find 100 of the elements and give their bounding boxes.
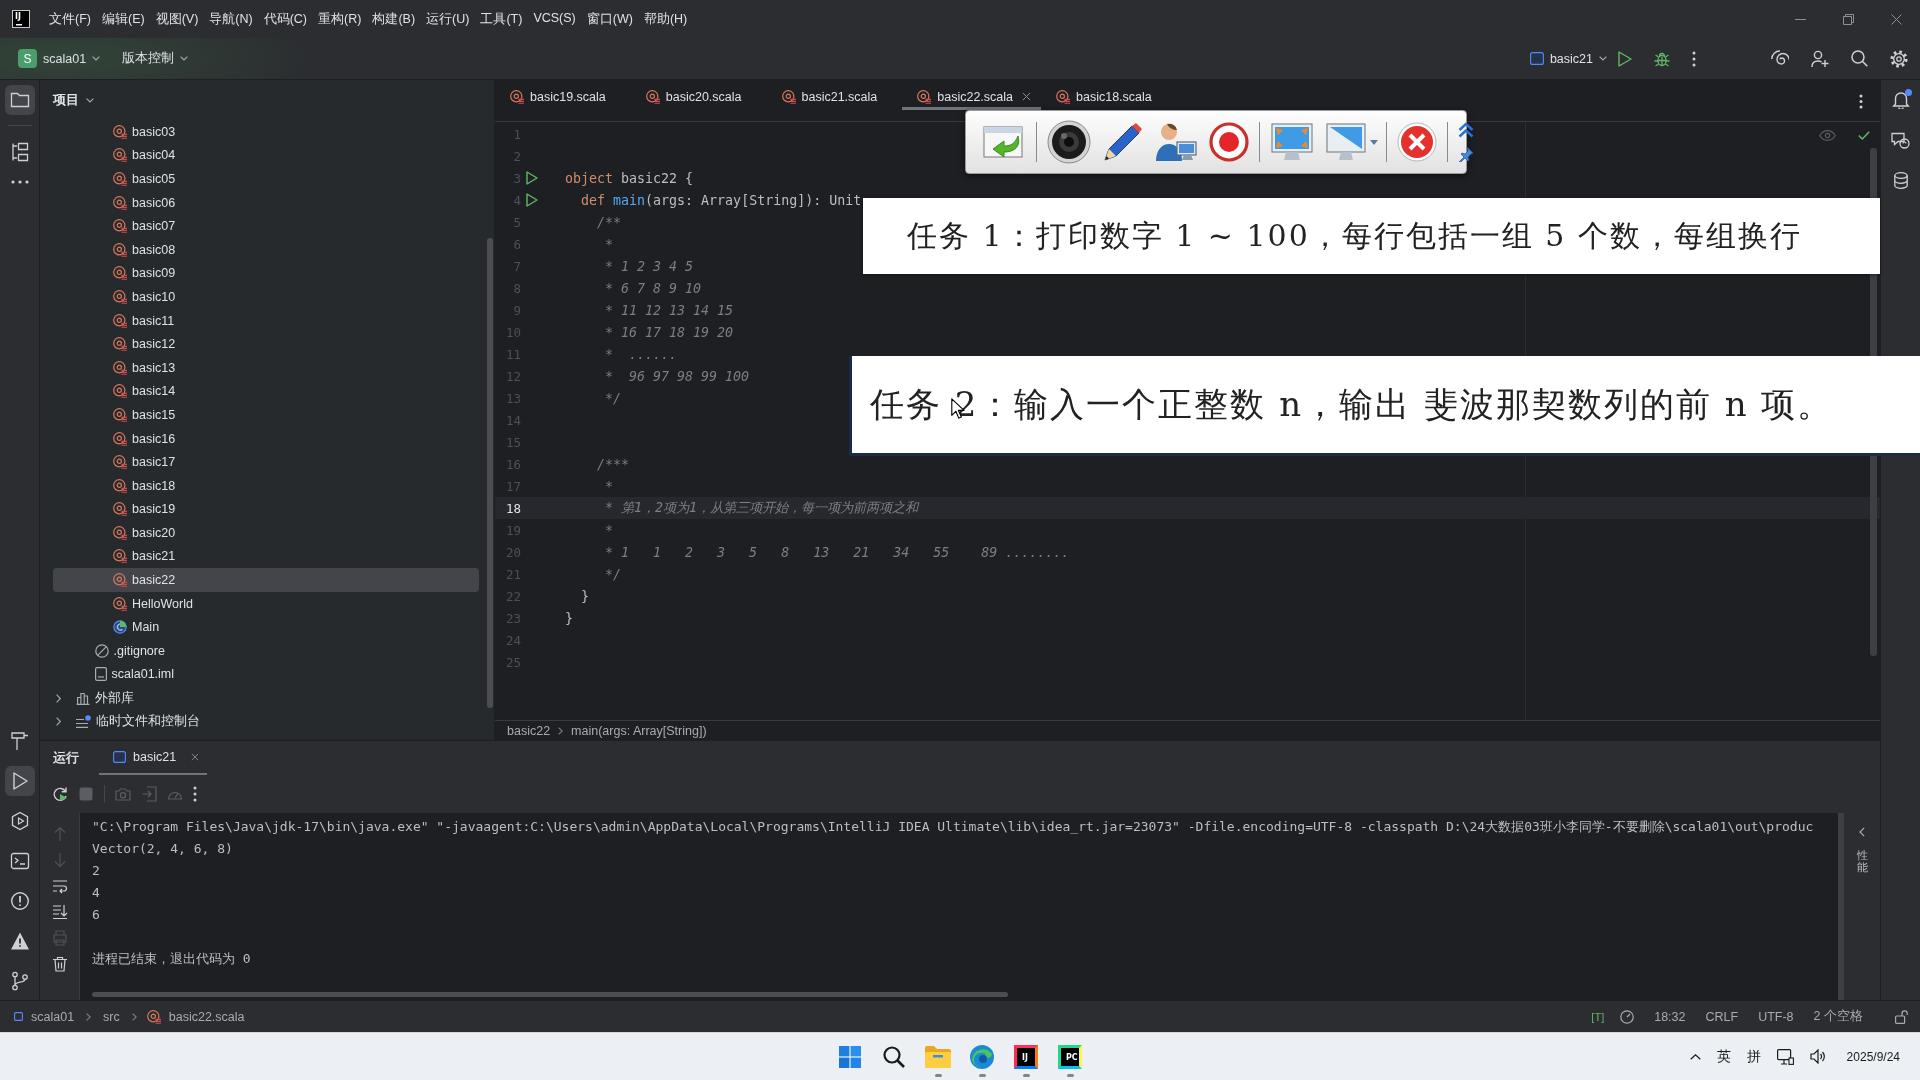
app-logo[interactable]: IJ xyxy=(1014,1044,1038,1069)
chevron-right-icon[interactable] xyxy=(56,693,61,703)
eye-icon[interactable] xyxy=(1819,130,1836,141)
path-item[interactable]: basic22.scala xyxy=(168,1009,245,1024)
git-branch-icon[interactable] xyxy=(9,971,30,991)
path-item[interactable]: src xyxy=(103,1009,120,1024)
editor-tab[interactable]: basic18.scala xyxy=(1041,80,1177,110)
pin-icon[interactable] xyxy=(1458,146,1474,162)
tree-item[interactable]: basic11 xyxy=(113,308,179,333)
browser-icon[interactable] xyxy=(970,1044,994,1069)
chevron-left-icon[interactable] xyxy=(1859,827,1865,837)
monitor-icon[interactable] xyxy=(1326,122,1366,162)
search-icon[interactable] xyxy=(1851,50,1868,67)
wrap-icon[interactable] xyxy=(51,878,68,894)
terminal-icon[interactable] xyxy=(9,851,30,871)
tree-item[interactable]: HelloWorld xyxy=(113,591,197,616)
menu-item[interactable]: 工具(T) xyxy=(480,10,523,28)
restore-icon[interactable] xyxy=(1842,13,1854,25)
tree-item[interactable]: basic18 xyxy=(113,473,180,498)
structure-icon[interactable] xyxy=(9,142,30,162)
editor-tab[interactable]: basic20.scala xyxy=(630,80,767,110)
run-icon[interactable] xyxy=(526,193,538,207)
menu-item[interactable]: 编辑(E) xyxy=(101,10,145,28)
breadcrumb-item[interactable]: basic22 xyxy=(507,723,551,738)
tree-item[interactable]: basic04 xyxy=(113,143,180,168)
tree-item[interactable]: basic16 xyxy=(113,426,180,451)
network-icon[interactable] xyxy=(1776,1048,1794,1065)
menu-item[interactable]: 运行(U) xyxy=(426,10,470,28)
minimize-icon[interactable] xyxy=(1794,18,1806,20)
tree-item[interactable]: basic12 xyxy=(113,332,180,356)
speaker-icon[interactable] xyxy=(1809,1049,1827,1064)
services-icon[interactable] xyxy=(9,811,30,831)
tree-item[interactable]: basic08 xyxy=(113,237,180,262)
caret-icon[interactable] xyxy=(92,56,101,61)
chevron-up-icon[interactable] xyxy=(1689,1053,1701,1060)
tree-item[interactable]: 外部库 xyxy=(56,686,138,710)
tree-item[interactable]: basic10 xyxy=(113,285,180,309)
scrollbar[interactable] xyxy=(92,992,1008,997)
more-icon[interactable] xyxy=(1692,50,1696,67)
close-icon[interactable] xyxy=(1022,92,1031,101)
app-logo[interactable]: PC xyxy=(1058,1044,1082,1069)
speaker-icon[interactable] xyxy=(1047,120,1091,164)
caret-icon[interactable] xyxy=(180,56,189,61)
date-text[interactable]: 2025/9/24 xyxy=(1846,1049,1900,1064)
close-icon[interactable] xyxy=(191,753,200,761)
run-icon[interactable] xyxy=(4,766,35,796)
more-icon[interactable] xyxy=(1859,94,1863,109)
run-config-selector[interactable]: basic21 xyxy=(1529,44,1607,73)
ime-indicator[interactable]: 拼 xyxy=(1746,1047,1761,1066)
menu-item[interactable]: 窗口(W) xyxy=(586,10,633,28)
record-icon[interactable] xyxy=(1209,122,1249,162)
check-icon[interactable] xyxy=(1858,131,1870,140)
menu-item[interactable]: 视图(V) xyxy=(155,10,199,28)
tree-item[interactable]: basic22 xyxy=(53,568,479,592)
tree-item[interactable]: scala01.iml xyxy=(94,662,179,687)
menu-item[interactable]: 帮助(H) xyxy=(643,10,688,28)
database-icon[interactable] xyxy=(1893,172,1908,189)
bell-icon[interactable] xyxy=(1891,90,1910,109)
settings-icon[interactable] xyxy=(1890,49,1908,68)
status-item[interactable]: 18:32 xyxy=(1654,1009,1686,1024)
tree-item[interactable]: basic21 xyxy=(113,544,180,569)
tree-item[interactable]: basic19 xyxy=(113,497,180,522)
close-icon[interactable] xyxy=(1890,13,1902,25)
run-icon[interactable] xyxy=(526,171,538,185)
tree-item[interactable]: .gitignore xyxy=(94,639,169,663)
monitor-icon[interactable] xyxy=(1270,122,1314,162)
close-icon[interactable] xyxy=(1397,122,1437,162)
panel-title[interactable]: 项目 xyxy=(53,91,79,109)
status-item[interactable]: UTF-8 xyxy=(1758,1009,1794,1024)
tree-item[interactable]: basic14 xyxy=(113,379,180,404)
chat-icon[interactable] xyxy=(1891,132,1910,149)
hammer-icon[interactable] xyxy=(9,731,30,751)
chevron-right-icon[interactable] xyxy=(56,717,61,727)
input-mode-indicator[interactable]: 英 xyxy=(1716,1047,1731,1066)
trash-icon[interactable] xyxy=(51,956,68,972)
tree-item[interactable]: basic20 xyxy=(113,521,180,545)
run-icon[interactable] xyxy=(1618,50,1632,67)
caret-icon[interactable] xyxy=(1370,139,1378,145)
tree-item[interactable]: basic17 xyxy=(113,450,180,474)
side-panel-label[interactable]: 性能 xyxy=(1856,849,1868,874)
breadcrumb-item[interactable]: main(args: Array[String]) xyxy=(571,723,707,738)
path-item[interactable]: scala01 xyxy=(31,1009,75,1024)
caret-icon[interactable] xyxy=(1599,56,1607,61)
more-icon[interactable] xyxy=(193,786,197,802)
problems-icon[interactable] xyxy=(9,891,30,911)
tree-item[interactable]: Main xyxy=(113,615,164,640)
run-tab[interactable]: basic21 xyxy=(99,741,208,775)
menu-item[interactable]: 导航(N) xyxy=(209,10,253,28)
caret-icon[interactable] xyxy=(86,97,94,103)
start-menu-icon[interactable] xyxy=(839,1045,861,1068)
lock-icon[interactable] xyxy=(1895,1009,1908,1024)
tree-item[interactable]: basic13 xyxy=(113,355,180,380)
editor-tab[interactable]: basic21.scala xyxy=(766,80,903,110)
menu-item[interactable]: 代码(C) xyxy=(263,10,308,28)
tree-item[interactable]: basic09 xyxy=(113,261,180,286)
menu-item[interactable]: 构建(B) xyxy=(372,10,416,28)
user-computer-icon[interactable] xyxy=(1155,122,1197,162)
tree-item[interactable]: 临时文件和控制台 xyxy=(56,709,204,734)
menu-item[interactable]: 文件(F) xyxy=(49,10,91,28)
menu-item[interactable]: 重构(R) xyxy=(318,10,362,28)
